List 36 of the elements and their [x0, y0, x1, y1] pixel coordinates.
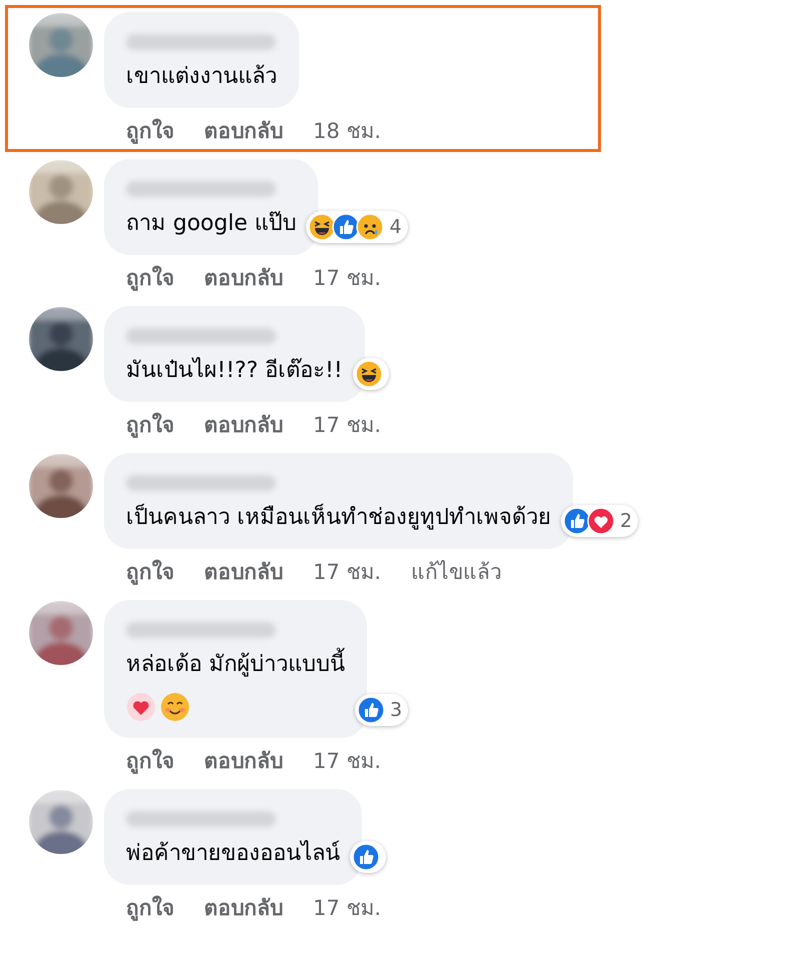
action-link[interactable]: ถูกใจ — [126, 744, 174, 777]
action-link[interactable]: ตอบกลับ — [204, 891, 283, 924]
action-link[interactable]: ตอบกลับ — [204, 408, 283, 441]
reactions-badge[interactable]: 4 — [306, 211, 408, 243]
smiling-face-icon — [160, 692, 190, 722]
laughing-face-icon — [308, 213, 336, 241]
reactions-badge[interactable]: 2 — [561, 505, 638, 537]
timestamp: 17 ชม. — [313, 895, 382, 922]
timestamp: 17 ชม. — [313, 748, 382, 775]
timestamp: 17 ชม. — [313, 559, 382, 586]
comment-text: มันเป๋นไผ!!?? อีเต๊อะ!! — [126, 356, 343, 385]
comment-text: หล่อเด้อ มักผู้บ่าวแบบนี้ — [126, 650, 345, 680]
action-link[interactable]: ตอบกลับ — [204, 261, 283, 294]
edited-label: แก้ไขแล้ว — [411, 559, 502, 586]
action-link[interactable]: ถูกใจ — [126, 261, 174, 294]
action-link[interactable]: ตอบกลับ — [204, 744, 283, 777]
comment-text: พ่อค้าขายของออนไลน์ — [126, 839, 340, 868]
action-link[interactable]: ถูกใจ — [126, 555, 174, 588]
comment-text: เป็นคนลาว เหมือนเห็นทำช่องยูทูปทำเพจด้วย — [126, 503, 551, 532]
reactions-badge[interactable]: 3 — [355, 694, 408, 726]
laughing-face-icon — [354, 360, 383, 388]
action-link[interactable]: ถูกใจ — [126, 114, 174, 147]
crying-face-icon — [356, 213, 384, 241]
timestamp: 17 ชม. — [313, 265, 382, 292]
action-link[interactable]: ตอบกลับ — [204, 114, 283, 147]
timestamp: 18 ชม. — [313, 118, 382, 145]
timestamp: 17 ชม. — [313, 412, 382, 439]
action-link[interactable]: ถูกใจ — [126, 891, 174, 924]
like-icon — [563, 507, 591, 535]
like-icon — [352, 843, 380, 871]
comment-text: ถาม google แป๊บ — [126, 210, 296, 238]
action-link[interactable]: ตอบกลับ — [204, 555, 283, 588]
comment-text: เขาแต่งงานแล้ว — [126, 63, 277, 91]
action-link[interactable]: ถูกใจ — [126, 408, 174, 441]
like-icon — [332, 213, 360, 241]
like-icon — [357, 696, 385, 724]
